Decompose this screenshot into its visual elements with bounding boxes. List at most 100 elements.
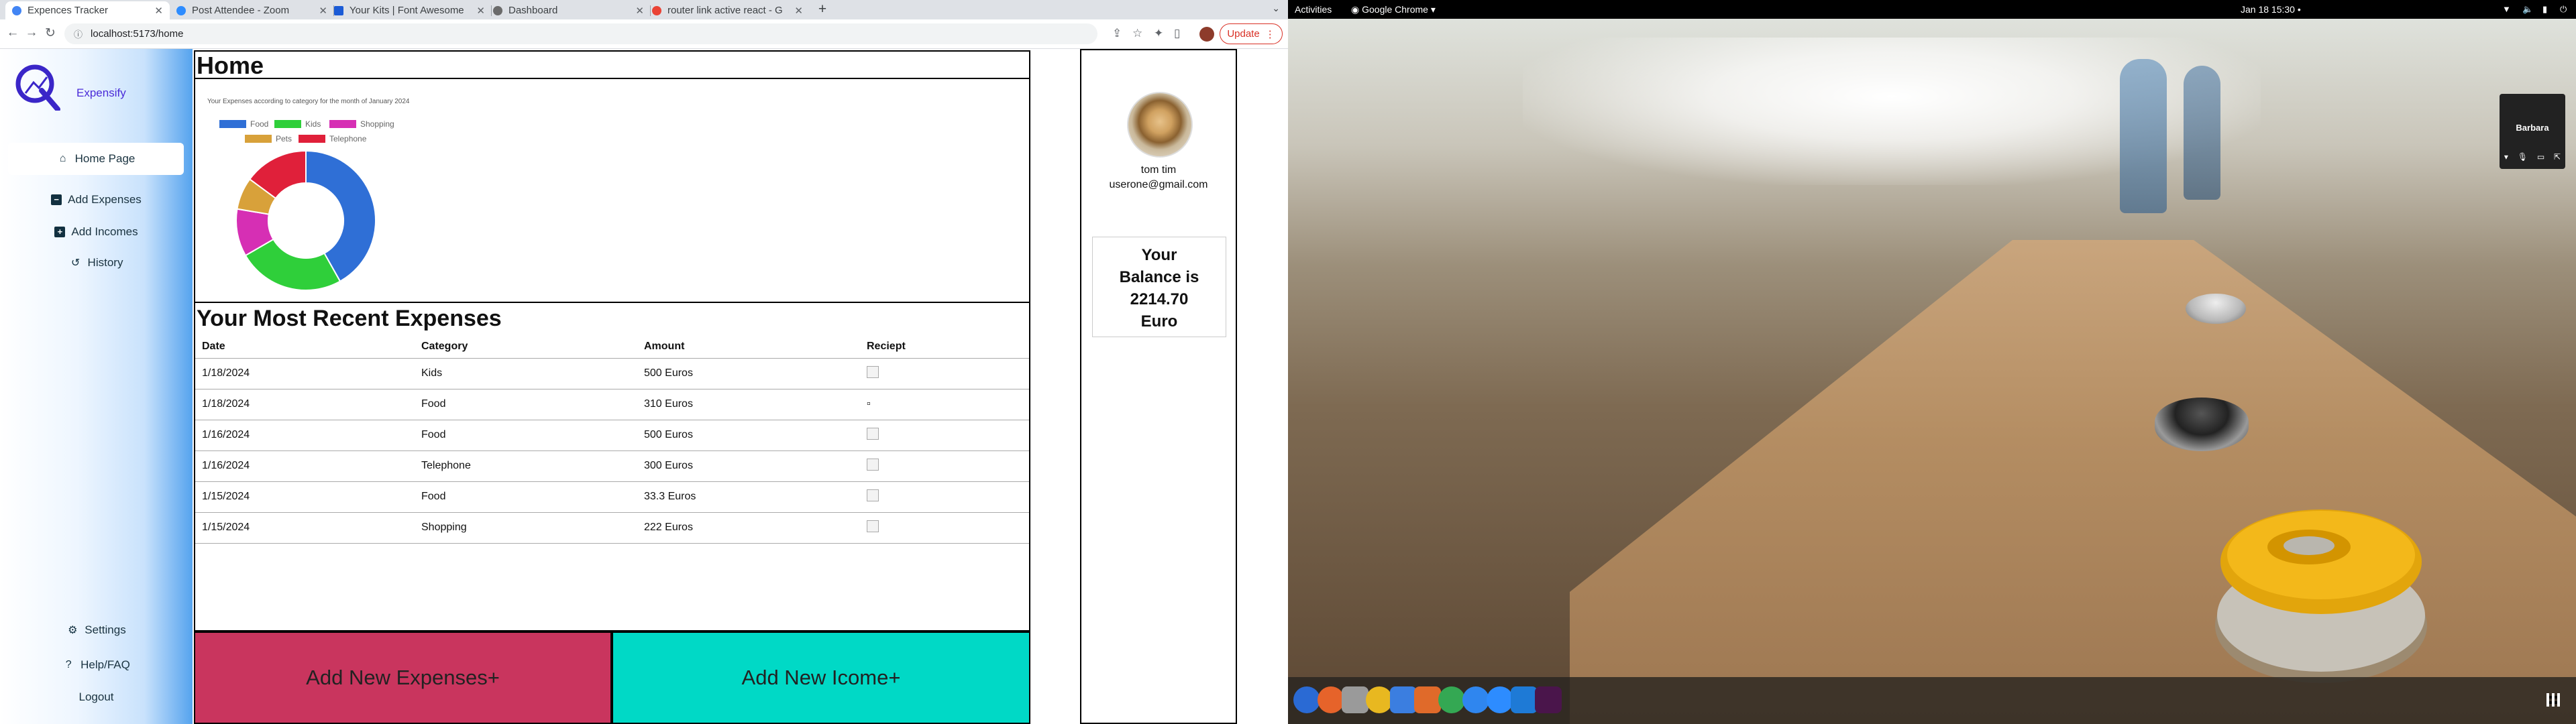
extensions-icon[interactable]: ✦	[1154, 27, 1163, 40]
app-center-icon[interactable]	[1414, 686, 1441, 713]
cell-date: 1/16/2024	[195, 450, 415, 482]
side-panel-icon[interactable]: ▯	[1174, 27, 1180, 40]
vscode-icon[interactable]	[1511, 686, 1538, 713]
receipt-image-icon[interactable]	[867, 520, 879, 532]
power-icon[interactable]: ⏻	[2560, 4, 2567, 15]
browser-window: Expences Tracker ✕ Post Attendee - Zoom …	[0, 0, 1288, 724]
sidebar-item-add-expenses[interactable]: − Add Expenses	[0, 188, 193, 211]
activities-button[interactable]: Activities	[1295, 4, 1332, 15]
site-info-icon[interactable]: ⓘ	[74, 27, 83, 40]
close-icon[interactable]: ✕	[319, 5, 327, 17]
expenses-table: Date Category Amount Reciept 1/18/2024 Ki…	[195, 335, 1029, 544]
close-icon[interactable]: ✕	[476, 5, 485, 17]
bookmark-star-icon[interactable]: ☆	[1132, 27, 1142, 40]
receipt-image-icon[interactable]: ▫	[867, 398, 879, 410]
receipt-image-icon[interactable]	[867, 458, 879, 471]
tab-dashboard[interactable]: Dashboard ✕	[486, 1, 651, 19]
mic-muted-icon[interactable]: 🎙	[2518, 152, 2528, 162]
cell-category: Food	[415, 481, 637, 513]
new-tab-button[interactable]: +	[814, 1, 830, 17]
legend-swatch	[245, 135, 272, 143]
sidebar-item-settings[interactable]: ⚙ Settings	[0, 619, 193, 642]
tab-title: Post Attendee - Zoom	[192, 5, 290, 16]
balance-line: Balance is	[1119, 268, 1199, 286]
legend-item-kids[interactable]: Kids	[274, 119, 321, 129]
sidebar: Expensify ⌂ Home Page − Add Expenses + A…	[0, 49, 193, 724]
more-menu-icon: ⋮	[1265, 28, 1275, 40]
video-off-icon[interactable]: ▭	[2537, 152, 2544, 162]
table-row: 1/18/2024 Kids 500 Euros	[195, 358, 1029, 389]
chrome-icon[interactable]	[1438, 686, 1465, 713]
expensify-logo-icon	[15, 64, 60, 111]
files-icon[interactable]	[1342, 686, 1368, 713]
clock[interactable]: Jan 18 15:30 •	[2241, 4, 2301, 15]
sidebar-item-add-incomes[interactable]: + Add Incomes	[0, 221, 193, 243]
thunderbird-icon[interactable]	[1293, 686, 1320, 713]
address-bar[interactable]: ⓘ localhost:5173/home	[64, 23, 1097, 44]
volume-icon[interactable]: 🔈	[2522, 4, 2533, 15]
help-icon[interactable]	[1462, 686, 1489, 713]
legend-swatch	[299, 135, 325, 143]
chevron-down-icon[interactable]: ▾	[2504, 152, 2508, 162]
cell-category: Telephone	[415, 450, 637, 482]
writer-icon[interactable]	[1390, 686, 1417, 713]
legend-item-shopping[interactable]: Shopping	[329, 119, 394, 129]
reload-icon[interactable]: ↻	[43, 25, 58, 41]
sidebar-item-history[interactable]: ↺ History	[0, 251, 193, 274]
user-name: tom tim	[1140, 164, 1177, 176]
tab-favicon-icon	[12, 5, 21, 15]
receipt-image-icon[interactable]	[867, 365, 879, 378]
cell-amount: 310 Euros	[637, 389, 860, 420]
expand-icon[interactable]: ⇱	[2554, 152, 2561, 162]
wifi-icon[interactable]: ▼	[2502, 4, 2511, 14]
add-expense-button[interactable]: Add New Expenses+	[194, 631, 612, 724]
app-menu[interactable]: ◉ Google Chrome ▾	[1351, 4, 1436, 15]
wallpaper-puck	[2155, 398, 2249, 451]
user-email: userone@gmail.com	[1109, 179, 1208, 190]
gear-icon: ⚙	[68, 625, 78, 636]
tab-zoom[interactable]: Post Attendee - Zoom ✕	[170, 1, 334, 19]
tab-expences-tracker[interactable]: Expences Tracker ✕	[5, 1, 170, 19]
sidebar-item-label: Settings	[85, 623, 126, 636]
close-icon[interactable]: ✕	[794, 5, 803, 17]
battery-icon[interactable]: ▮	[2542, 4, 2547, 15]
tab-search-chevron-icon[interactable]: ⌄	[1272, 3, 1280, 14]
back-icon[interactable]: ←	[5, 25, 20, 40]
sidebar-item-home[interactable]: ⌂ Home Page	[8, 143, 184, 175]
flag-icon	[334, 5, 343, 15]
sidebar-item-label: History	[87, 256, 123, 269]
tab-title: Your Kits | Font Awesome	[350, 5, 464, 16]
close-icon[interactable]: ✕	[635, 5, 644, 17]
donut-chart	[235, 149, 376, 291]
rhythmbox-icon[interactable]	[1366, 686, 1393, 713]
share-icon[interactable]: ⇪	[1112, 27, 1122, 40]
forward-icon[interactable]: →	[24, 25, 39, 40]
tab-font-awesome[interactable]: Your Kits | Font Awesome ✕	[327, 1, 492, 19]
zoom-icon[interactable]	[1487, 686, 1513, 713]
update-button[interactable]: Update ⋮	[1220, 23, 1283, 44]
table-row: 1/15/2024 Food 33.3 Euros	[195, 481, 1029, 513]
tab-google-search[interactable]: router link active react - G ✕	[645, 1, 810, 19]
legend-item-food[interactable]: Food	[219, 119, 268, 129]
legend-item-telephone[interactable]: Telephone	[299, 134, 366, 143]
legend-label: Food	[250, 119, 269, 129]
sidebar-item-logout[interactable]: Logout	[0, 686, 193, 709]
wallpaper-person	[2184, 66, 2220, 200]
balance-line: Your	[1141, 246, 1177, 264]
legend-item-pets[interactable]: Pets	[245, 134, 292, 143]
close-icon[interactable]: ✕	[154, 5, 163, 17]
zoom-meeting-window[interactable]: Barbara ▾ 🎙 ▭ ⇱	[2500, 94, 2565, 169]
receipt-image-icon[interactable]	[867, 489, 879, 501]
table-row: 1/16/2024 Telephone 300 Euros	[195, 450, 1029, 482]
legend-label: Shopping	[360, 119, 394, 129]
desktop-screen: Activities ◉ Google Chrome ▾ Jan 18 15:3…	[1288, 0, 2576, 724]
show-apps-icon[interactable]	[2546, 693, 2560, 707]
firefox-icon[interactable]	[1318, 686, 1344, 713]
sidebar-item-help[interactable]: ? Help/FAQ	[0, 654, 193, 676]
url-text: localhost:5173/home	[91, 28, 184, 40]
profile-avatar[interactable]	[1199, 27, 1214, 42]
slack-icon[interactable]	[1535, 686, 1562, 713]
receipt-image-icon[interactable]	[867, 427, 879, 440]
table-row: 1/15/2024 Shopping 222 Euros	[195, 512, 1029, 544]
add-income-button[interactable]: Add New Icome+	[612, 631, 1030, 724]
